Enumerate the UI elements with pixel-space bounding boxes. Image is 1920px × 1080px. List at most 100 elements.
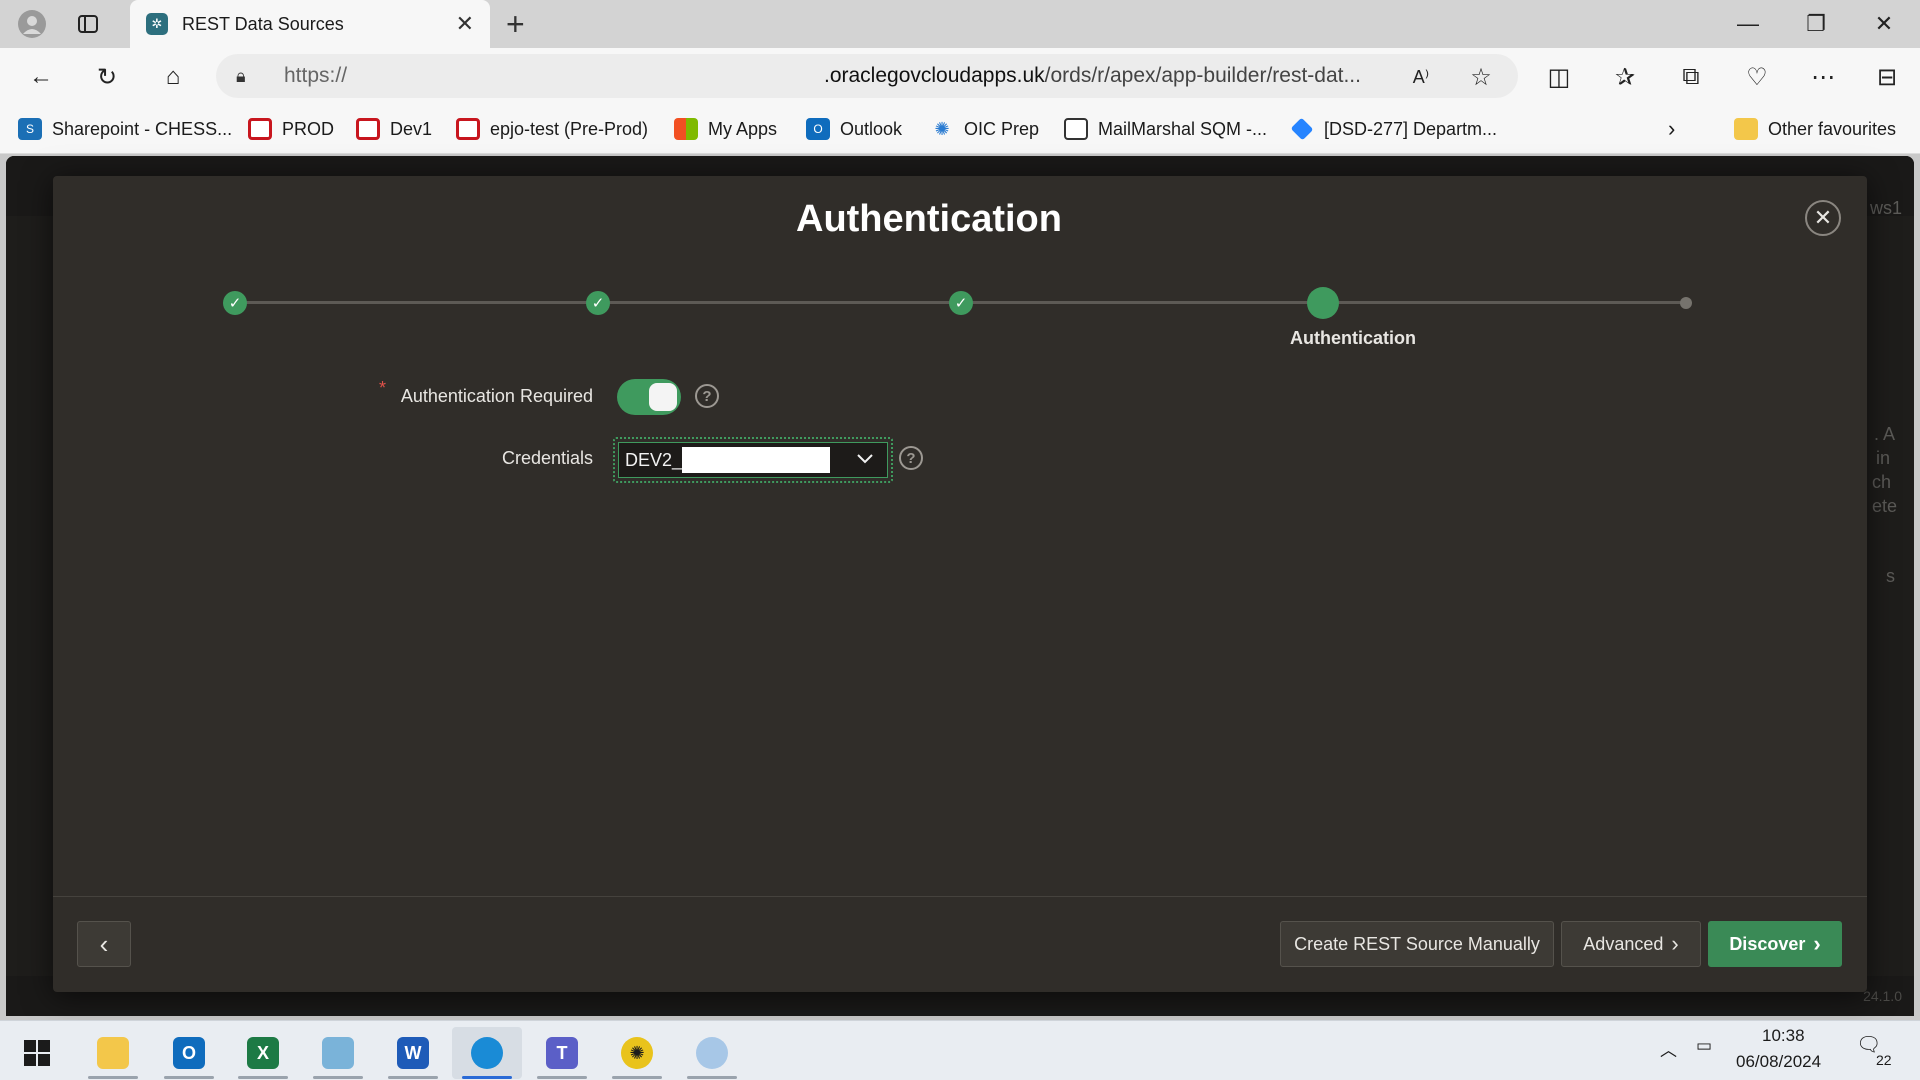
url-rest: .oraclegovcloudapps.uk/ords/r/apex/app-b…: [824, 64, 1361, 88]
tab-title: REST Data Sources: [182, 13, 344, 34]
taskbar-outlook[interactable]: O: [154, 1027, 224, 1079]
read-aloud-icon[interactable]: A⁾: [1404, 60, 1438, 94]
oic-icon: ✺: [934, 118, 950, 139]
taskbar-notepad[interactable]: [303, 1027, 373, 1079]
taskbar-word[interactable]: W: [378, 1027, 448, 1079]
start-button[interactable]: [2, 1027, 72, 1079]
advanced-button[interactable]: Advanced ›: [1561, 921, 1701, 967]
fav-oic-prep[interactable]: ✺ OIC Prep: [930, 116, 1039, 142]
dialog-close-icon[interactable]: ✕: [1805, 200, 1841, 236]
taskbar-teams[interactable]: T: [527, 1027, 597, 1079]
wizard-step-complete-check-icon: ✓: [223, 291, 247, 315]
bg-text: ws1: [1870, 198, 1903, 218]
fav-label: epjo-test (Pre-Prod): [490, 118, 649, 139]
button-label: Create REST Source Manually: [1294, 933, 1540, 954]
word-icon: W: [397, 1037, 429, 1069]
browser-title-bar: ✲ REST Data Sources ✕ + — ❐ ✕: [0, 0, 1920, 48]
jira-icon: [1290, 117, 1314, 141]
address-bar[interactable]: 🔒︎ https:// .oraclegovcloudapps.uk/ords/…: [216, 54, 1518, 98]
more-menu-icon[interactable]: ⋯: [1806, 60, 1840, 94]
fav-outlook[interactable]: O Outlook: [806, 116, 902, 142]
toggle-knob: [649, 383, 677, 411]
excel-icon: X: [247, 1037, 279, 1069]
close-tab-icon[interactable]: ✕: [456, 11, 474, 37]
browser-nav-bar: ← ↻ ⌂ 🔒︎ https:// .oraclegovcloudapps.uk…: [0, 48, 1920, 104]
browser-tab[interactable]: ✲ REST Data Sources ✕: [130, 0, 490, 48]
new-tab-icon[interactable]: +: [506, 6, 525, 42]
auth-required-toggle[interactable]: [617, 379, 681, 415]
fav-label: PROD: [282, 118, 335, 139]
refresh-icon[interactable]: ↻: [90, 60, 124, 94]
split-screen-icon[interactable]: ◫: [1542, 60, 1576, 94]
taskbar-file-explorer[interactable]: [78, 1027, 148, 1079]
favourites-icon[interactable]: ✰: [1608, 60, 1642, 94]
fav-label: Outlook: [840, 118, 903, 139]
fav-other-favourites[interactable]: Other favourites: [1734, 116, 1896, 142]
chevron-right-icon: ›: [1813, 931, 1821, 956]
wizard-step-future: [1680, 297, 1692, 309]
taskbar-paint[interactable]: [677, 1027, 747, 1079]
running-indicator: [88, 1076, 138, 1079]
taskbar-edge[interactable]: [452, 1027, 522, 1079]
minimize-icon[interactable]: —: [1718, 6, 1778, 42]
taskbar-excel[interactable]: X: [228, 1027, 298, 1079]
fav-epjo-test[interactable]: epjo-test (Pre-Prod): [456, 116, 648, 142]
favourites-overflow-icon[interactable]: ›: [1668, 116, 1675, 142]
tray-chevron-up-icon[interactable]: ︿: [1660, 1036, 1677, 1061]
chevron-right-icon: ›: [1671, 931, 1679, 956]
fav-label: Dev1: [390, 118, 433, 139]
clock-time[interactable]: 10:38: [1762, 1026, 1805, 1046]
previous-button[interactable]: ‹: [77, 921, 131, 967]
taskbar-chatgpt[interactable]: ✺: [602, 1027, 672, 1079]
paint-icon: [696, 1037, 728, 1069]
fav-mailmarshal[interactable]: MailMarshal SQM -...: [1064, 116, 1267, 142]
fav-my-apps[interactable]: My Apps: [674, 116, 777, 142]
lock-icon[interactable]: 🔒︎: [236, 66, 256, 87]
edge-icon: [471, 1037, 503, 1069]
chatgpt-icon: ✺: [621, 1037, 653, 1069]
oracle-icon: [248, 118, 272, 140]
home-icon[interactable]: ⌂: [156, 60, 190, 94]
outlook-icon: O: [173, 1037, 205, 1069]
profile-icon[interactable]: [16, 8, 48, 40]
sidebar-toggle-icon[interactable]: ⊟: [1870, 60, 1904, 94]
credentials-select[interactable]: DEV2_: [613, 437, 893, 483]
oracle-icon: [456, 118, 480, 140]
window-close-icon[interactable]: ✕: [1854, 6, 1914, 42]
favourites-bar: S Sharepoint - CHESS... PROD Dev1 epjo-te…: [0, 104, 1920, 154]
wizard-step-complete-check-icon: ✓: [586, 291, 610, 315]
running-indicator: [388, 1076, 438, 1079]
discover-button[interactable]: Discover ›: [1708, 921, 1842, 967]
auth-required-label: Authentication Required: [400, 386, 593, 406]
wizard-current-label: Authentication: [1290, 328, 1416, 348]
battery-icon[interactable]: ▭: [1696, 1036, 1712, 1056]
fav-label: Sharepoint - CHESS...: [52, 118, 233, 139]
create-rest-source-manually-button[interactable]: Create REST Source Manually: [1280, 921, 1554, 967]
auth-required-help-icon[interactable]: ?: [695, 384, 719, 408]
running-indicator: [238, 1076, 288, 1079]
restore-icon[interactable]: ❐: [1786, 6, 1846, 42]
url-domain: .oraclegovcloudapps.uk: [824, 64, 1045, 87]
favourite-star-icon[interactable]: ☆: [1464, 60, 1498, 94]
collections-icon[interactable]: ⧉: [1674, 60, 1708, 94]
fav-dsd-277[interactable]: [DSD-277] Departm...: [1290, 116, 1497, 142]
browser-essentials-icon[interactable]: ♡: [1740, 60, 1774, 94]
fav-label: MailMarshal SQM -...: [1098, 118, 1268, 139]
credentials-help-icon[interactable]: ?: [899, 446, 923, 470]
teams-icon: T: [546, 1037, 578, 1069]
document-icon: [1064, 118, 1088, 140]
tab-actions-icon[interactable]: [72, 8, 104, 40]
credentials-select-field: DEV2_: [618, 442, 888, 478]
back-icon[interactable]: ←: [24, 60, 58, 94]
bg-text: ete: [1872, 496, 1898, 516]
fav-prod[interactable]: PROD: [248, 116, 334, 142]
fav-dev1[interactable]: Dev1: [356, 116, 432, 142]
apex-favicon-icon: ✲: [146, 13, 168, 35]
microsoft-icon: [674, 118, 698, 140]
chevron-left-icon: ‹: [99, 929, 109, 959]
fav-sharepoint[interactable]: S Sharepoint - CHESS...: [18, 116, 232, 142]
clock-date[interactable]: 06/08/2024: [1736, 1052, 1821, 1072]
redacted-value: [682, 447, 831, 473]
fav-label: OIC Prep: [964, 118, 1040, 139]
notification-count: 22: [1876, 1052, 1892, 1068]
